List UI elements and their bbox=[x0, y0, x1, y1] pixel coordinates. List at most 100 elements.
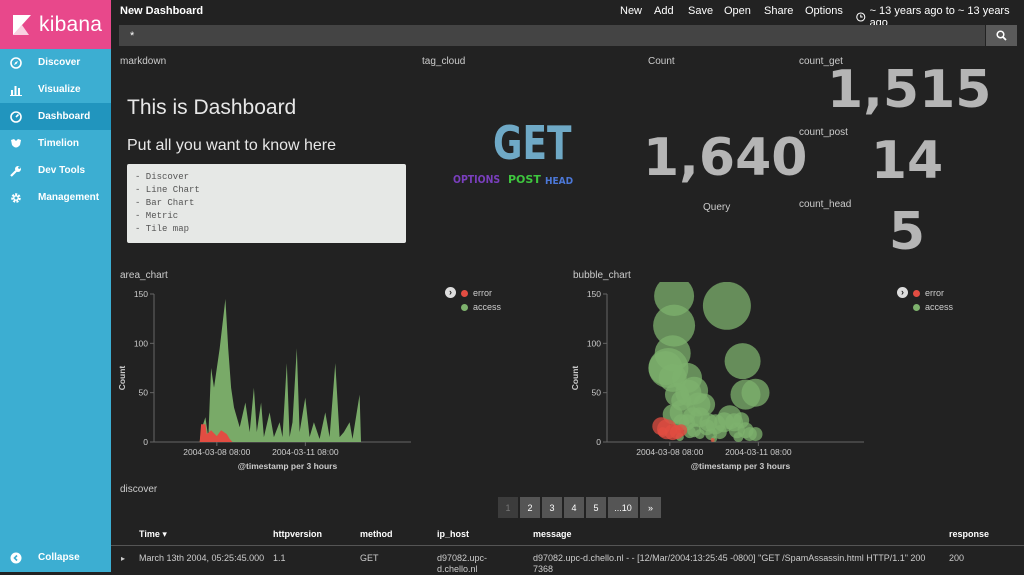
page-button-3[interactable]: 3 bbox=[542, 497, 562, 518]
tag-head[interactable]: HEAD bbox=[545, 176, 573, 187]
code-line: - Tile map bbox=[135, 223, 190, 234]
count-post-value: 14 bbox=[870, 131, 944, 191]
area-series-access bbox=[199, 298, 361, 442]
collapse-label: Collapse bbox=[38, 552, 80, 563]
sidebar-item-label: Dev Tools bbox=[38, 165, 86, 176]
y-tick-label: 150 bbox=[134, 289, 148, 299]
tag-options[interactable]: OPTIONS bbox=[453, 173, 500, 186]
column-header-response[interactable]: response bbox=[949, 529, 989, 539]
search-input[interactable] bbox=[119, 25, 985, 46]
legend-dot-access bbox=[461, 303, 468, 311]
search-button[interactable] bbox=[986, 25, 1017, 46]
count-metric-label: Query bbox=[703, 202, 731, 213]
page-button-1[interactable]: 1 bbox=[498, 497, 518, 518]
page-next-button[interactable]: » bbox=[640, 497, 661, 518]
legend-label: access bbox=[925, 302, 954, 312]
kibana-logo[interactable]: kibana bbox=[0, 0, 111, 49]
sidebar-item-dashboard[interactable]: Dashboard bbox=[0, 103, 111, 130]
column-header-time[interactable]: Time ▾ bbox=[139, 529, 167, 540]
markdown-subheading: Put all you want to know here bbox=[127, 137, 337, 154]
share-button[interactable]: Share bbox=[764, 5, 793, 17]
panel-title-tag-cloud: tag_cloud bbox=[422, 56, 466, 67]
panel-title-markdown: markdown bbox=[120, 56, 167, 67]
legend-item-access[interactable]: access bbox=[461, 302, 501, 312]
page-button-10[interactable]: ...10 bbox=[608, 497, 638, 518]
compass-icon bbox=[10, 56, 22, 69]
cell-httpversion: 1.1 bbox=[273, 553, 286, 563]
column-header-httpversion[interactable]: httpversion bbox=[273, 529, 322, 539]
sidebar-item-visualize[interactable]: Visualize bbox=[0, 76, 111, 103]
sidebar-item-label: Management bbox=[38, 192, 100, 203]
bubble-point-error bbox=[710, 438, 715, 442]
page-button-5[interactable]: 5 bbox=[586, 497, 606, 518]
save-button[interactable]: Save bbox=[688, 5, 713, 17]
legend-dot-error bbox=[461, 289, 468, 297]
search-icon bbox=[996, 30, 1007, 41]
tag-post[interactable]: POST bbox=[508, 173, 541, 186]
legend-dot-error bbox=[913, 289, 920, 297]
legend-label: error bbox=[925, 288, 945, 298]
add-button[interactable]: Add bbox=[654, 5, 674, 17]
y-axis-title: Count bbox=[570, 366, 580, 391]
sidebar-item-label: Dashboard bbox=[38, 111, 91, 122]
dashboard-main: New Dashboard New Add Save Open Share Op… bbox=[111, 0, 1024, 574]
code-line: - Line Chart bbox=[135, 184, 200, 195]
sidebar-item-management[interactable]: Management bbox=[0, 184, 111, 211]
tag-get[interactable]: GET bbox=[493, 116, 571, 170]
legend-item-error[interactable]: error bbox=[913, 288, 944, 298]
gear-icon bbox=[10, 192, 22, 204]
legend-item-error[interactable]: error bbox=[461, 288, 492, 298]
bubble-point-access bbox=[748, 427, 763, 442]
bubble-point-access bbox=[741, 378, 770, 407]
sidebar-item-label: Discover bbox=[38, 57, 81, 68]
column-header-ip-host[interactable]: ip_host bbox=[437, 529, 469, 539]
sidebar: kibana Discover Visualize Dashboard Time… bbox=[0, 0, 111, 572]
y-axis-title: Count bbox=[117, 366, 127, 391]
sidebar-item-discover[interactable]: Discover bbox=[0, 49, 111, 76]
legend-label: error bbox=[473, 288, 493, 298]
column-label: Time bbox=[139, 529, 160, 539]
sidebar-item-timelion[interactable]: Timelion bbox=[0, 130, 111, 157]
table-header: Time ▾ httpversion method ip_host messag… bbox=[111, 522, 1024, 546]
bubble-point-access bbox=[733, 412, 750, 429]
x-tick-label: 2004-03-11 08:00 bbox=[725, 447, 792, 457]
column-header-message[interactable]: message bbox=[533, 529, 572, 539]
column-header-method[interactable]: method bbox=[360, 529, 393, 539]
dashboard-title: New Dashboard bbox=[120, 5, 204, 17]
page-button-2[interactable]: 2 bbox=[520, 497, 540, 518]
count-head-value: 5 bbox=[888, 202, 926, 262]
panel-title-discover: discover bbox=[120, 484, 158, 495]
search-bar bbox=[119, 25, 1017, 46]
open-button[interactable]: Open bbox=[724, 5, 751, 17]
code-line: - Discover bbox=[135, 172, 190, 182]
dashboard-icon bbox=[10, 110, 22, 123]
sidebar-item-dev-tools[interactable]: Dev Tools bbox=[0, 157, 111, 184]
options-button[interactable]: Options bbox=[805, 5, 843, 17]
page-button-4[interactable]: 4 bbox=[564, 497, 584, 518]
count-get-value: 1,515 bbox=[827, 60, 992, 120]
area-chart: 0 50 100 150 2004-03-08 08:00 2004-03-11 08:0… bbox=[117, 289, 411, 471]
new-button[interactable]: New bbox=[620, 5, 642, 17]
cell-time: March 13th 2004, 05:25:45.000 bbox=[139, 553, 265, 563]
bubble-chart: 0 50 100 150 2004-03-08 08:00 2004-03-11 08:0… bbox=[570, 282, 864, 471]
y-tick-label: 150 bbox=[587, 289, 601, 299]
sidebar-item-label: Visualize bbox=[38, 84, 81, 95]
bubble-point-error bbox=[675, 424, 688, 437]
markdown-code-block: - Discover - Line Chart - Bar Chart - Me… bbox=[127, 164, 406, 243]
panel-title-bubble-chart: bubble_chart bbox=[573, 270, 631, 281]
panel-title-count-post: count_post bbox=[799, 127, 848, 138]
legend-toggle-icon[interactable]: › bbox=[445, 287, 456, 298]
y-tick-label: 100 bbox=[134, 338, 148, 348]
collapse-button[interactable]: Collapse bbox=[0, 544, 111, 571]
legend-toggle-icon[interactable]: › bbox=[897, 287, 908, 298]
code-line: - Metric bbox=[135, 210, 179, 221]
expand-row-icon[interactable]: ▸ bbox=[121, 553, 125, 564]
legend-item-access[interactable]: access bbox=[913, 302, 953, 312]
bubble-point-access bbox=[733, 432, 744, 443]
count-metric-value: 1,640 bbox=[643, 128, 808, 188]
bubble-point-error bbox=[657, 427, 668, 438]
cell-method: GET bbox=[360, 553, 379, 563]
bubble-point-access bbox=[724, 343, 761, 380]
kibana-logo-icon bbox=[13, 14, 31, 35]
x-axis-title: @timestamp per 3 hours bbox=[238, 461, 338, 471]
